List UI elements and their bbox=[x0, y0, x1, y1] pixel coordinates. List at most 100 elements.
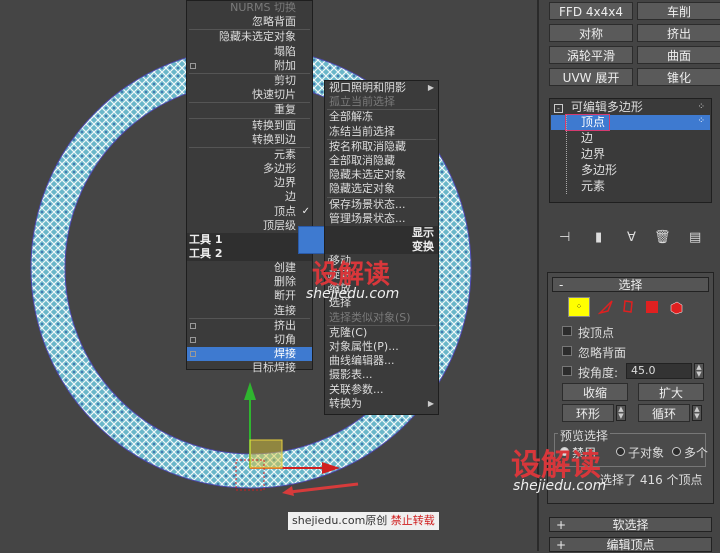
menu-item[interactable]: 塌陷 bbox=[187, 45, 312, 59]
options-box-icon[interactable] bbox=[190, 322, 196, 329]
menu-item[interactable]: 曲线编辑器... bbox=[325, 354, 438, 368]
menu-item[interactable]: 冻结当前选择 bbox=[325, 125, 438, 139]
menu-item[interactable]: 克隆(C) bbox=[325, 326, 438, 340]
menu-item[interactable]: 目标焊接 bbox=[187, 361, 312, 375]
menu-item[interactable]: 删除 bbox=[187, 275, 312, 289]
menu-item-label: 边界 bbox=[274, 176, 296, 190]
modifier-button[interactable]: FFD 4x4x4 bbox=[549, 2, 633, 20]
vertex-mode-button[interactable]: ⁘ bbox=[568, 297, 590, 317]
stack-sublevel[interactable]: 边 bbox=[566, 131, 593, 146]
border-mode-icon[interactable] bbox=[620, 299, 636, 315]
stack-root[interactable]: - 可编辑多边形 bbox=[554, 100, 709, 115]
stack-sublevel[interactable]: 边界 bbox=[566, 147, 605, 162]
menu-item[interactable]: 孤立当前选择 bbox=[325, 95, 438, 109]
configure-sets-icon[interactable]: ▤ bbox=[689, 230, 701, 245]
menu-item[interactable]: 按名称取消隐藏 bbox=[325, 140, 438, 154]
quad-tools-top-list: NURMS 切换 忽略背面 隐藏未选定对象 塌陷 附加 剪切 快速切片 重复转换到面 转换到边元… bbox=[187, 1, 312, 233]
menu-item[interactable]: 全部解冻 bbox=[325, 110, 438, 124]
ring-button[interactable]: 环形 bbox=[562, 404, 614, 422]
menu-item[interactable]: 隐藏未选定对象 bbox=[325, 168, 438, 182]
soft-selection-rollout[interactable]: + 软选择 bbox=[549, 517, 712, 532]
menu-item[interactable]: 剪切 bbox=[187, 74, 312, 88]
options-box-icon[interactable] bbox=[190, 336, 196, 343]
options-box-icon[interactable] bbox=[190, 62, 196, 69]
element-mode-icon[interactable] bbox=[668, 299, 684, 315]
menu-item[interactable]: 挤出 bbox=[187, 319, 312, 333]
edge-mode-icon[interactable] bbox=[598, 299, 614, 315]
selection-rollout-header[interactable]: - 选择 bbox=[552, 277, 709, 292]
menu-item[interactable]: 断开 bbox=[187, 289, 312, 303]
footer-url: shejiedu.com原创 bbox=[292, 514, 388, 527]
make-unique-icon[interactable]: ∀ bbox=[627, 230, 636, 245]
remove-modifier-icon[interactable]: 🗑 bbox=[654, 230, 671, 245]
menu-item[interactable]: 重复 bbox=[187, 103, 312, 117]
grow-button[interactable]: 扩大 bbox=[638, 383, 704, 401]
modifier-button[interactable]: 涡轮平滑 bbox=[549, 46, 633, 64]
loop-button[interactable]: 循环 bbox=[638, 404, 690, 422]
quad-display-top-list: 视口照明和阴影 ▶ 孤立当前选择 全部解冻 冻结当前选择 按名称取消隐藏 全部取消隐藏 隐藏未… bbox=[325, 81, 438, 226]
menu-item[interactable]: 附加 bbox=[187, 59, 312, 73]
menu-item[interactable]: 选择类似对象(S) bbox=[325, 311, 438, 325]
menu-item[interactable]: 连接 bbox=[187, 304, 312, 318]
menu-item[interactable]: 多边形 bbox=[187, 162, 312, 176]
menu-item[interactable]: 切角 bbox=[187, 333, 312, 347]
menu-item[interactable]: 边界 bbox=[187, 176, 312, 190]
by-vertex-checkbox[interactable] bbox=[562, 326, 572, 336]
menu-item[interactable]: 转换到面 bbox=[187, 119, 312, 133]
quad-menu-tools: NURMS 切换 忽略背面 隐藏未选定对象 塌陷 附加 剪切 快速切片 重复转换到面 转换到边元… bbox=[186, 0, 313, 374]
preview-radio[interactable] bbox=[616, 447, 625, 456]
loop-spinner[interactable]: ▲ ▼ bbox=[692, 405, 702, 421]
menu-item[interactable]: 视口照明和阴影 ▶ bbox=[325, 81, 438, 95]
menu-item[interactable]: 元素 bbox=[187, 148, 312, 162]
show-end-result-icon[interactable]: ▮ bbox=[595, 230, 602, 245]
modifier-button[interactable]: 挤出 bbox=[637, 24, 720, 42]
menu-item[interactable]: 快速切片 bbox=[187, 88, 312, 102]
by-angle-checkbox[interactable] bbox=[562, 366, 572, 376]
stack-sublevel[interactable]: 元素 bbox=[566, 179, 605, 194]
modifier-button[interactable]: 车削 bbox=[637, 2, 720, 20]
polygon-mode-icon[interactable] bbox=[646, 301, 658, 313]
menu-item[interactable]: 转换为 ▶ bbox=[325, 397, 438, 411]
modifier-button[interactable]: 对称 bbox=[549, 24, 633, 42]
stack-sublevel-label: 多边形 bbox=[581, 163, 618, 177]
menu-item[interactable]: 顶层级 bbox=[187, 219, 312, 233]
menu-item[interactable]: 隐藏未选定对象 bbox=[187, 30, 312, 44]
stack-sublevel[interactable]: 多边形 bbox=[566, 163, 617, 178]
angle-field[interactable]: 45.0 bbox=[626, 363, 692, 379]
menu-item[interactable]: 对象属性(P)... bbox=[325, 340, 438, 354]
menu-item[interactable]: 转换到边 bbox=[187, 133, 312, 147]
pin-stack-icon[interactable]: ⊣ bbox=[559, 230, 570, 245]
menu-item[interactable]: 隐藏选定对象 bbox=[325, 182, 438, 196]
menu-item[interactable]: 边 bbox=[187, 190, 312, 204]
menu-item[interactable]: 顶点 ✓ bbox=[187, 205, 312, 219]
angle-spinner[interactable]: ▲ ▼ bbox=[694, 363, 704, 379]
menu-item-label: 转换为 bbox=[329, 396, 362, 410]
modifier-stack[interactable]: - 可编辑多边形 顶点边边界 多边形 元素 ⁘ ⁘ bbox=[549, 98, 712, 203]
options-box-icon[interactable] bbox=[190, 351, 196, 358]
viewport[interactable]: NURMS 切换 忽略背面 隐藏未选定对象 塌陷 附加 剪切 快速切片 重复 转换到面 转换到边元… bbox=[0, 0, 537, 551]
menu-item[interactable]: 保存场景状态... bbox=[325, 198, 438, 212]
menu-item[interactable]: 忽略背面 bbox=[187, 15, 312, 29]
menu-item[interactable]: 管理场景状态... bbox=[325, 212, 438, 226]
quad-center-marker bbox=[298, 226, 327, 254]
menu-item[interactable]: 全部取消隐藏 bbox=[325, 154, 438, 168]
ring-spinner[interactable]: ▲ ▼ bbox=[616, 405, 626, 421]
ignore-backface-checkbox[interactable] bbox=[562, 346, 572, 356]
edit-vertices-rollout[interactable]: + 编辑顶点 bbox=[549, 537, 712, 552]
menu-item[interactable]: 创建 bbox=[187, 261, 312, 275]
modifier-button[interactable]: 锥化 bbox=[637, 68, 720, 86]
modifier-button[interactable]: 曲面 bbox=[637, 46, 720, 64]
menu-item-label: 关联参数... bbox=[329, 382, 384, 396]
menu-item-label: 孤立当前选择 bbox=[329, 95, 395, 109]
minus-icon[interactable]: - bbox=[554, 104, 563, 113]
ignore-backface-label: 忽略背面 bbox=[578, 346, 627, 360]
menu-item-label: 顶点 bbox=[274, 204, 296, 218]
menu-item[interactable]: 关联参数... bbox=[325, 383, 438, 397]
modifier-button[interactable]: UVW 展开 bbox=[549, 68, 633, 86]
menu-item[interactable]: 摄影表... bbox=[325, 368, 438, 382]
shrink-button[interactable]: 收缩 bbox=[562, 383, 628, 401]
preview-radio[interactable] bbox=[672, 447, 681, 456]
menu-item[interactable]: NURMS 切换 bbox=[187, 1, 312, 15]
menu-item[interactable]: 焊接 bbox=[187, 347, 312, 362]
stack-sublevel[interactable]: 顶点 bbox=[564, 114, 611, 131]
